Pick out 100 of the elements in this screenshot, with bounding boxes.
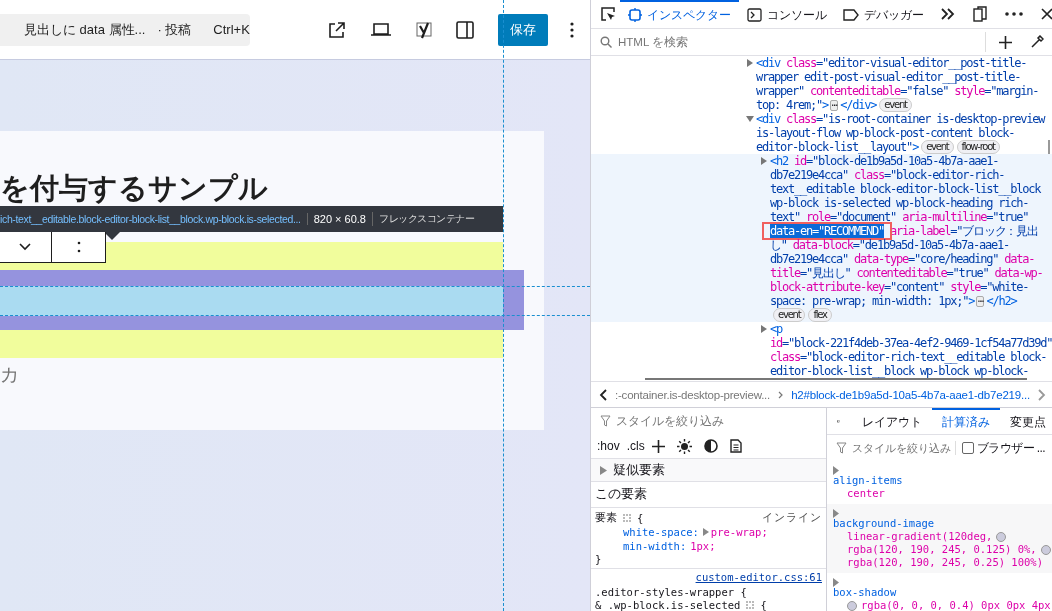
markup-node[interactable] bbox=[591, 154, 1052, 322]
panel-tab[interactable]: 計算済み bbox=[931, 408, 1000, 434]
rule-brace: { bbox=[760, 599, 767, 611]
markup-text: title="見出し" contenteditable="true" data-wp- bbox=[770, 266, 1043, 280]
property-name: background-image bbox=[833, 517, 936, 530]
checkbox[interactable] bbox=[962, 442, 974, 454]
markup-text: </h2> bbox=[986, 294, 1017, 308]
property-name: box-shadow bbox=[833, 586, 898, 599]
collapsed-content-badge[interactable]: ⋯ bbox=[976, 295, 985, 307]
expand-arrow-icon[interactable] bbox=[702, 528, 709, 536]
expand-arrow-icon[interactable] bbox=[833, 578, 839, 587]
event-badge[interactable]: event bbox=[879, 98, 912, 112]
markup-text: text__editable block-editor-block-list__block bbox=[770, 182, 1041, 196]
rule-selector: & .wp-block.is-selected bbox=[595, 599, 741, 611]
expand-arrow-icon[interactable] bbox=[746, 115, 754, 123]
document-icon[interactable] bbox=[729, 439, 742, 453]
scrollbar-thumb[interactable] bbox=[645, 378, 1027, 380]
markup-text: </div> bbox=[840, 98, 877, 112]
half-moon-icon[interactable] bbox=[703, 439, 718, 453]
devtools-tab[interactable]: コンソール bbox=[739, 0, 835, 28]
event-badge[interactable]: event bbox=[773, 308, 806, 322]
add-node-icon[interactable] bbox=[999, 35, 1012, 49]
responsive-mode-icon[interactable] bbox=[973, 6, 987, 22]
markup-node[interactable]: <div class="editor-visual-editor__post-title- wrapper edit-post-visual-editor__post-title- wrapper" contenteditable="false" style="margin- top: 4rem;"> ⋯ </div> event bbox=[591, 56, 1052, 112]
more-options-icon[interactable] bbox=[569, 21, 574, 38]
laptop-icon[interactable] bbox=[369, 21, 392, 38]
toolbar-toggle[interactable]: .cls bbox=[626, 439, 645, 453]
property-value: center bbox=[847, 487, 885, 500]
property-value[interactable]: pre-wrap; bbox=[710, 526, 768, 538]
rule-selector: .editor-styles-wrapper { bbox=[595, 586, 748, 598]
panel-tab[interactable]: レイアウト bbox=[851, 408, 932, 434]
scroll-left-icon[interactable] bbox=[599, 388, 607, 401]
markup-text: id="block-221f4deb-37ea-4ef2-9469-1cf54a77d39d" bbox=[770, 336, 1052, 350]
markup-text: db7e219e4cca" class="block-editor-rich- bbox=[770, 168, 1005, 182]
expand-arrow-icon[interactable] bbox=[760, 325, 768, 333]
markup-text: text" role="document" aria-multiline="true" bbox=[770, 210, 1029, 224]
devtools-tab[interactable]: インスペクター bbox=[620, 0, 739, 28]
style-filter-field[interactable]: スタイルを絞り込み bbox=[850, 441, 956, 455]
expand-arrow-icon[interactable] bbox=[760, 157, 768, 165]
property-value: rgba(120, 190, 245, 0.125) 0%, bbox=[847, 543, 1037, 556]
external-link-icon[interactable] bbox=[327, 20, 346, 39]
checkbox-label[interactable]: ブラウザー ... bbox=[977, 439, 1045, 457]
breadcrumb-item[interactable]: :-container.is-desktop-preview... bbox=[615, 388, 771, 401]
breadcrumb-item[interactable]: h2#block-de1b9a5d-10a5-4b7a-aae1-db7e219... bbox=[791, 388, 1030, 401]
expand-arrow-icon[interactable] bbox=[746, 59, 754, 67]
command-bar[interactable]: 見出しに data 属性... · 投稿 Ctrl+K bbox=[0, 13, 250, 46]
html-search-field[interactable]: HTML を検索 bbox=[616, 35, 820, 49]
save-button[interactable]: 保存 bbox=[497, 13, 548, 46]
eyedropper-icon[interactable] bbox=[1030, 35, 1044, 49]
color-swatch-icon[interactable] bbox=[1040, 544, 1051, 555]
markup-text: block-attribute-key="content" style="white- bbox=[770, 280, 1029, 294]
markup-text: editor-block-list__block wp-block wp-block- bbox=[770, 364, 1029, 378]
property-value: linear-gradient(120deg, bbox=[847, 530, 993, 543]
markup-text: <h2 id="block-de1b9a5d-10a5-4b7a-aae1- bbox=[770, 154, 999, 168]
markup-text: wrapper edit-post-visual-editor__post-title- bbox=[756, 70, 1021, 84]
filter-icon bbox=[600, 415, 611, 427]
expand-arrow-icon[interactable] bbox=[833, 509, 839, 518]
separator-icon bbox=[778, 390, 784, 399]
scrollbar-thumb[interactable] bbox=[1048, 140, 1050, 154]
sidebar-icon[interactable] bbox=[455, 20, 474, 39]
add-icon[interactable] bbox=[651, 439, 665, 453]
element-picker-icon[interactable] bbox=[600, 6, 616, 22]
sun-icon[interactable] bbox=[676, 438, 692, 454]
markup-text: wrapper" contenteditable="false" style="margin- bbox=[756, 84, 1039, 98]
heading-block[interactable]: を付与するサンプル bbox=[0, 170, 544, 206]
scroll-right-icon[interactable] bbox=[1038, 388, 1046, 401]
color-swatch-icon[interactable] bbox=[996, 531, 1007, 542]
post-type-label: · 投稿 bbox=[157, 20, 192, 39]
property-value: rgba(120, 190, 245, 0.25) 100%) bbox=[847, 556, 1043, 569]
paragraph-placeholder[interactable]: カ bbox=[0, 363, 544, 387]
collapsed-content-badge[interactable]: ⋯ bbox=[830, 99, 839, 111]
property-name[interactable]: white-space: bbox=[623, 526, 699, 538]
terminal-icon bbox=[747, 8, 762, 22]
y-letter-icon[interactable] bbox=[415, 19, 432, 40]
more-tabs-icon[interactable] bbox=[941, 8, 955, 20]
stylesheet-link[interactable]: custom-editor.css:61 bbox=[695, 571, 822, 583]
rule-brace: { bbox=[637, 512, 644, 524]
vertical-dots-icon bbox=[76, 241, 81, 253]
filter-icon bbox=[836, 442, 847, 454]
property-name[interactable]: min-width: bbox=[623, 540, 687, 552]
rule-selector: 要素 bbox=[595, 511, 617, 525]
expand-arrow-icon bbox=[600, 465, 607, 475]
event-badge[interactable]: flex bbox=[808, 308, 832, 322]
event-badge[interactable]: flow-root bbox=[956, 140, 1000, 154]
event-badge[interactable]: event bbox=[921, 140, 954, 154]
expand-arrow-icon[interactable] bbox=[833, 466, 839, 475]
toolbar-toggle[interactable]: :hov bbox=[597, 439, 620, 453]
property-value[interactable]: 1px; bbox=[690, 540, 716, 552]
property-name: align-items bbox=[833, 474, 904, 487]
close-icon[interactable] bbox=[1041, 8, 1052, 20]
markup-node[interactable]: <p id="block-221f4deb-37ea-4ef2-9469-1cf54a77d39d" class="block-editor-rich-text__editable block- editor-block-list__block wp-block wp-block- bbox=[591, 322, 1052, 378]
menu-icon[interactable] bbox=[1005, 12, 1023, 16]
color-swatch-icon[interactable] bbox=[847, 600, 857, 611]
style-filter-field[interactable]: スタイルを絞り込み bbox=[614, 414, 818, 428]
property-value: rgba(0, 0, 0, 0.4) 0px 0px 4px bbox=[861, 599, 1051, 611]
markup-text: aria-label="ブロック：見出 bbox=[889, 224, 1038, 238]
square-target-icon bbox=[628, 8, 642, 22]
panel-tab[interactable]: 変更点 bbox=[999, 408, 1052, 434]
devtools-tab[interactable]: デバッガー bbox=[835, 0, 932, 28]
pseudo-elements-section[interactable]: 疑似要素 bbox=[591, 458, 826, 482]
